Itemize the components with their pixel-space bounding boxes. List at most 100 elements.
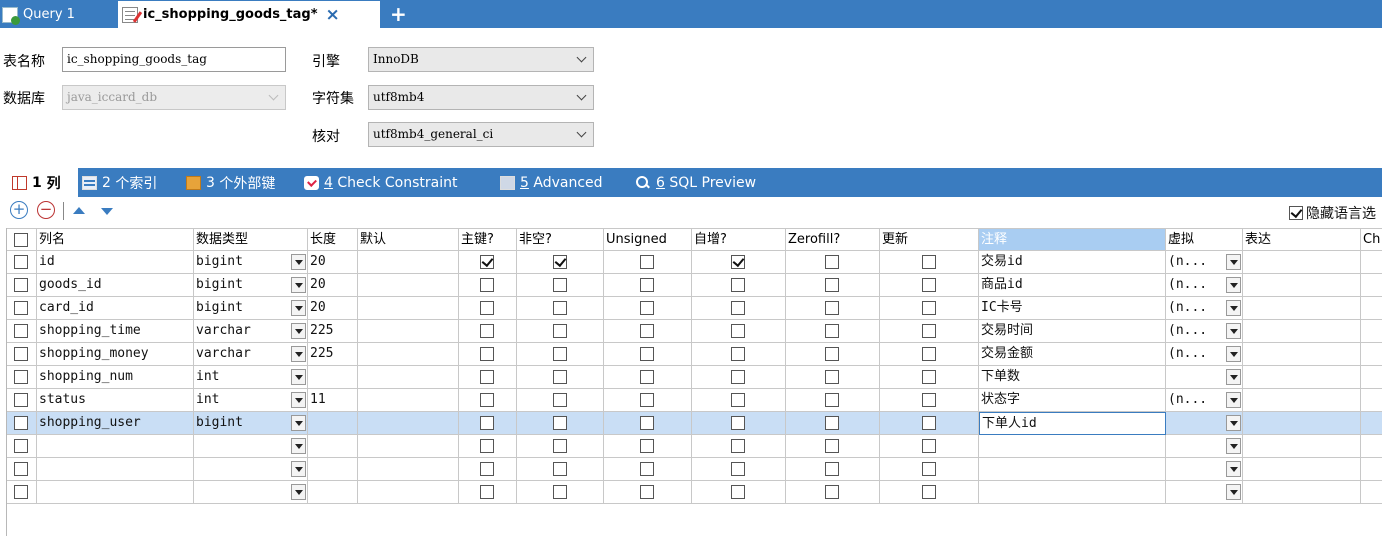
table-row[interactable] bbox=[7, 435, 1382, 458]
row-select-cell[interactable] bbox=[7, 320, 37, 343]
ai-cell[interactable] bbox=[692, 251, 786, 274]
pk-cell[interactable] bbox=[459, 435, 517, 458]
charset-cell[interactable] bbox=[1361, 389, 1382, 412]
zerofill-cell[interactable] bbox=[786, 343, 880, 366]
charset-cell[interactable] bbox=[1361, 297, 1382, 320]
tab-advanced[interactable]: 5 Advanced bbox=[500, 168, 620, 197]
zerofill-checkbox[interactable] bbox=[825, 301, 839, 315]
table-row[interactable]: goods_id bigint 20 商品id (n... bbox=[7, 274, 1382, 297]
engine-select[interactable]: InnoDB bbox=[368, 47, 594, 72]
data-type-cell[interactable]: int bbox=[194, 366, 308, 389]
expression-cell[interactable] bbox=[1243, 320, 1361, 343]
header-col-autoinc[interactable]: 自增? bbox=[692, 228, 786, 251]
expression-cell[interactable] bbox=[1243, 274, 1361, 297]
unsigned-cell[interactable] bbox=[604, 435, 692, 458]
length-cell[interactable] bbox=[308, 412, 358, 435]
data-type-cell[interactable] bbox=[194, 435, 308, 458]
length-cell[interactable] bbox=[308, 366, 358, 389]
chevron-down-icon[interactable] bbox=[1226, 392, 1241, 408]
nn-cell[interactable] bbox=[517, 343, 604, 366]
tab-check-constraint[interactable]: 4 Check Constraint bbox=[304, 168, 484, 197]
chevron-down-icon[interactable] bbox=[291, 369, 306, 385]
zerofill-checkbox[interactable] bbox=[825, 324, 839, 338]
unsigned-cell[interactable] bbox=[604, 251, 692, 274]
row-select-cell[interactable] bbox=[7, 458, 37, 481]
header-col-notnull[interactable]: 非空? bbox=[517, 228, 604, 251]
table-row[interactable]: id bigint 20 交易id (n... bbox=[7, 251, 1382, 274]
table-row[interactable] bbox=[7, 458, 1382, 481]
unsigned-cell[interactable] bbox=[604, 320, 692, 343]
nn-checkbox[interactable] bbox=[553, 416, 567, 430]
pk-checkbox[interactable] bbox=[480, 393, 494, 407]
update-checkbox[interactable] bbox=[922, 255, 936, 269]
header-col-length[interactable]: 长度 bbox=[308, 228, 358, 251]
virtual-cell[interactable]: (n... bbox=[1166, 320, 1243, 343]
zerofill-cell[interactable] bbox=[786, 274, 880, 297]
nn-cell[interactable] bbox=[517, 481, 604, 504]
row-select-checkbox[interactable] bbox=[14, 346, 28, 361]
update-checkbox[interactable] bbox=[922, 278, 936, 292]
nn-checkbox[interactable] bbox=[553, 278, 567, 292]
collation-select[interactable]: utf8mb4_general_ci bbox=[368, 122, 594, 147]
move-up-icon[interactable] bbox=[73, 207, 85, 214]
ai-cell[interactable] bbox=[692, 412, 786, 435]
pk-checkbox[interactable] bbox=[480, 301, 494, 315]
ai-checkbox[interactable] bbox=[731, 485, 745, 499]
chevron-down-icon[interactable] bbox=[291, 346, 306, 362]
charset-cell[interactable] bbox=[1361, 481, 1382, 504]
chevron-down-icon[interactable] bbox=[291, 438, 306, 454]
update-cell[interactable] bbox=[880, 297, 979, 320]
pk-cell[interactable] bbox=[459, 274, 517, 297]
chevron-down-icon[interactable] bbox=[1226, 369, 1241, 385]
nn-cell[interactable] bbox=[517, 297, 604, 320]
chevron-down-icon[interactable] bbox=[1226, 323, 1241, 339]
ai-checkbox[interactable] bbox=[731, 347, 745, 361]
nn-cell[interactable] bbox=[517, 458, 604, 481]
nn-cell[interactable] bbox=[517, 412, 604, 435]
column-name-cell[interactable]: shopping_money bbox=[37, 343, 194, 366]
tab-query-1[interactable]: Query 1 bbox=[0, 1, 116, 28]
unsigned-cell[interactable] bbox=[604, 412, 692, 435]
ai-cell[interactable] bbox=[692, 274, 786, 297]
zerofill-checkbox[interactable] bbox=[825, 393, 839, 407]
update-checkbox[interactable] bbox=[922, 485, 936, 499]
unsigned-cell[interactable] bbox=[604, 481, 692, 504]
update-checkbox[interactable] bbox=[922, 393, 936, 407]
comment-cell[interactable] bbox=[979, 458, 1166, 481]
zerofill-cell[interactable] bbox=[786, 251, 880, 274]
update-cell[interactable] bbox=[880, 366, 979, 389]
tab-indexes[interactable]: 2 个索引 bbox=[82, 168, 182, 197]
length-cell[interactable]: 20 bbox=[308, 274, 358, 297]
length-cell[interactable]: 20 bbox=[308, 297, 358, 320]
update-cell[interactable] bbox=[880, 343, 979, 366]
header-col-zerofill[interactable]: Zerofill? bbox=[786, 228, 880, 251]
chevron-down-icon[interactable] bbox=[291, 300, 306, 316]
zerofill-cell[interactable] bbox=[786, 481, 880, 504]
row-select-checkbox[interactable] bbox=[14, 254, 28, 269]
zerofill-checkbox[interactable] bbox=[825, 416, 839, 430]
virtual-cell[interactable]: (n... bbox=[1166, 274, 1243, 297]
ai-cell[interactable] bbox=[692, 297, 786, 320]
unsigned-checkbox[interactable] bbox=[640, 485, 654, 499]
default-cell[interactable] bbox=[358, 251, 459, 274]
comment-cell[interactable]: 商品id bbox=[979, 274, 1166, 297]
table-row[interactable]: shopping_money varchar 225 交易金额 (n... bbox=[7, 343, 1382, 366]
update-checkbox[interactable] bbox=[922, 324, 936, 338]
unsigned-cell[interactable] bbox=[604, 343, 692, 366]
row-select-checkbox[interactable] bbox=[14, 300, 28, 315]
data-type-cell[interactable] bbox=[194, 458, 308, 481]
update-checkbox[interactable] bbox=[922, 439, 936, 453]
virtual-cell[interactable] bbox=[1166, 366, 1243, 389]
header-col-default[interactable]: 默认 bbox=[358, 228, 459, 251]
zerofill-checkbox[interactable] bbox=[825, 255, 839, 269]
expression-cell[interactable] bbox=[1243, 481, 1361, 504]
expression-cell[interactable] bbox=[1243, 458, 1361, 481]
table-name-input[interactable]: ic_shopping_goods_tag bbox=[62, 47, 286, 72]
unsigned-cell[interactable] bbox=[604, 366, 692, 389]
table-row[interactable]: card_id bigint 20 IC卡号 (n... bbox=[7, 297, 1382, 320]
column-name-cell[interactable]: shopping_user bbox=[37, 412, 194, 435]
data-type-cell[interactable]: bigint bbox=[194, 274, 308, 297]
expression-cell[interactable] bbox=[1243, 343, 1361, 366]
tab-foreign-keys[interactable]: 3 个外部键 bbox=[186, 168, 296, 197]
pk-checkbox[interactable] bbox=[480, 370, 494, 384]
